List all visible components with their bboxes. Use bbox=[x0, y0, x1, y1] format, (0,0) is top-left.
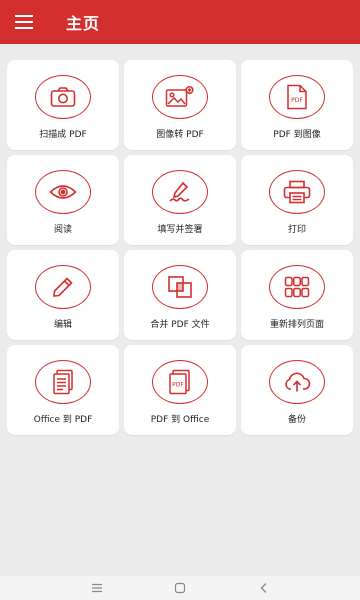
tile-label: PDF 到 Office bbox=[150, 415, 210, 425]
tile-label: 合并 PDF 文件 bbox=[150, 320, 210, 330]
tile-print[interactable]: 打印 bbox=[241, 155, 353, 245]
pdf-file-icon: PDF bbox=[287, 84, 307, 110]
pen-signature-icon bbox=[169, 181, 190, 202]
svg-text:PDF: PDF bbox=[172, 382, 184, 389]
app-bar: 主页 bbox=[0, 0, 360, 44]
tile-label: 打印 bbox=[287, 225, 306, 235]
tile-icon-frame bbox=[269, 265, 325, 309]
tile-icon-frame bbox=[35, 360, 91, 404]
pdf-document-icon: PDF bbox=[169, 369, 190, 395]
tile-label: Office 到 PDF bbox=[33, 415, 93, 425]
tile-icon-frame bbox=[269, 360, 325, 404]
back-button[interactable] bbox=[244, 576, 284, 600]
tile-label: 编辑 bbox=[53, 320, 72, 330]
tile-icon-frame bbox=[35, 265, 91, 309]
tile-icon-frame bbox=[152, 75, 208, 119]
hamburger-menu-icon bbox=[15, 15, 33, 29]
grid-icon bbox=[284, 276, 310, 298]
system-nav-bar bbox=[0, 576, 360, 600]
tile-image-to-pdf[interactable]: 图像转 PDF bbox=[124, 60, 236, 150]
tile-label: 填写并签署 bbox=[157, 225, 203, 235]
eye-icon bbox=[49, 185, 77, 199]
tile-merge[interactable]: 合并 PDF 文件 bbox=[124, 250, 236, 340]
tile-icon-frame bbox=[35, 75, 91, 119]
home-button[interactable] bbox=[160, 576, 200, 600]
menu-button[interactable] bbox=[0, 0, 48, 44]
document-icon bbox=[53, 369, 73, 395]
tile-label: PDF 到图像 bbox=[273, 130, 321, 140]
tool-grid: 扫描成 PDF 图像转 PDF PDF PDF 到图像 阅读 填写并签署 打印 … bbox=[7, 60, 353, 435]
tile-icon-frame bbox=[152, 265, 208, 309]
tile-icon-frame bbox=[152, 170, 208, 214]
camera-icon bbox=[50, 87, 76, 107]
tile-icon-frame: PDF bbox=[152, 360, 208, 404]
tile-fill-sign[interactable]: 填写并签署 bbox=[124, 155, 236, 245]
tile-label: 备份 bbox=[287, 415, 306, 425]
tile-reorder[interactable]: 重新排列页面 bbox=[241, 250, 353, 340]
tile-backup[interactable]: 备份 bbox=[241, 345, 353, 435]
printer-icon bbox=[283, 180, 311, 204]
merge-icon bbox=[168, 276, 192, 298]
tile-pdf-to-office[interactable]: PDF PDF 到 Office bbox=[124, 345, 236, 435]
home-icon bbox=[174, 582, 186, 594]
tile-label: 扫描成 PDF bbox=[39, 130, 87, 140]
tile-icon-frame bbox=[35, 170, 91, 214]
tile-icon-frame: PDF bbox=[269, 75, 325, 119]
tile-office-to-pdf[interactable]: Office 到 PDF bbox=[7, 345, 119, 435]
page-title: 主页 bbox=[66, 14, 101, 33]
image-add-icon bbox=[165, 85, 194, 107]
tile-edit[interactable]: 编辑 bbox=[7, 250, 119, 340]
tile-label: 重新排列页面 bbox=[269, 320, 324, 330]
tile-pdf-to-image[interactable]: PDF PDF 到图像 bbox=[241, 60, 353, 150]
tile-scan[interactable]: 扫描成 PDF bbox=[7, 60, 119, 150]
tile-read[interactable]: 阅读 bbox=[7, 155, 119, 245]
recents-icon bbox=[92, 583, 102, 593]
cloud-upload-icon bbox=[285, 372, 311, 392]
tile-label: 阅读 bbox=[53, 225, 72, 235]
tile-icon-frame bbox=[269, 170, 325, 214]
back-icon bbox=[260, 583, 267, 593]
tile-label: 图像转 PDF bbox=[156, 130, 204, 140]
svg-text:PDF: PDF bbox=[291, 97, 303, 104]
pencil-icon bbox=[53, 277, 73, 297]
recents-button[interactable] bbox=[77, 576, 117, 600]
